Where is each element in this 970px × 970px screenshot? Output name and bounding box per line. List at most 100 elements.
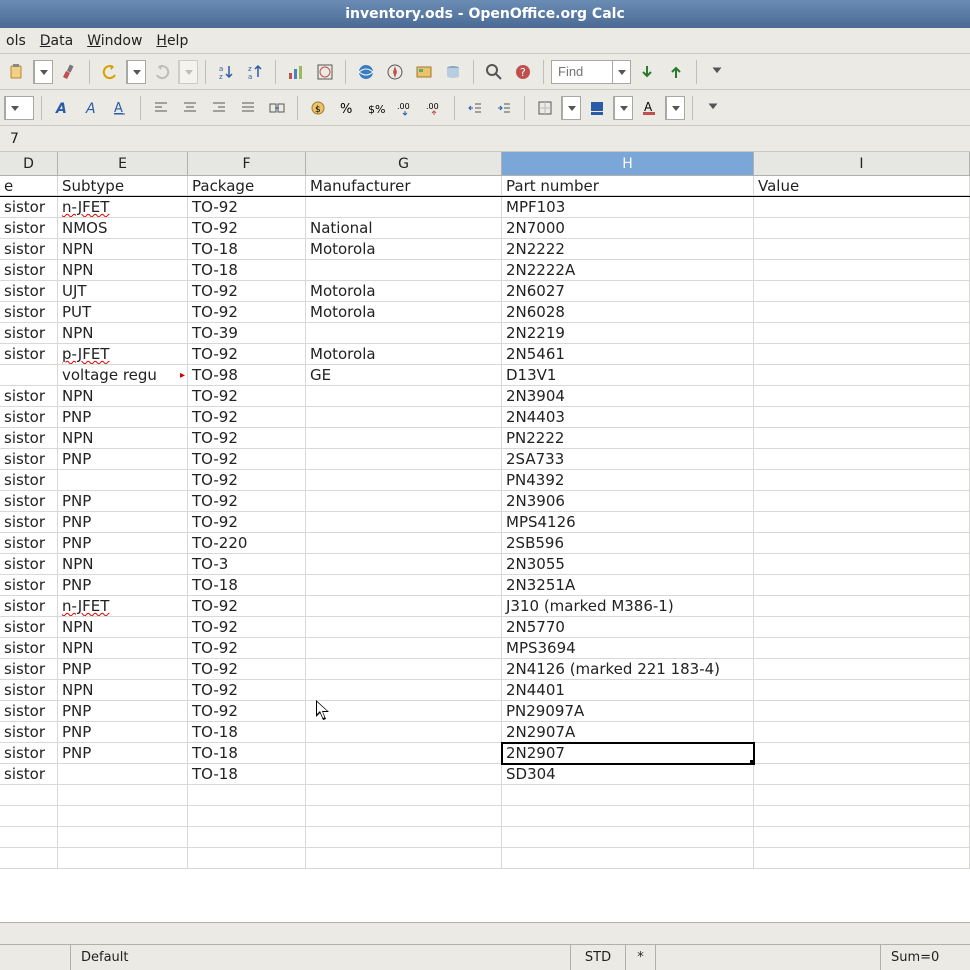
cell[interactable]: 2N7000 <box>502 218 754 239</box>
cell[interactable] <box>754 827 970 848</box>
cell[interactable]: TO-18 <box>188 764 306 785</box>
chart-button[interactable] <box>283 59 309 85</box>
menu-help[interactable]: Help <box>156 33 188 49</box>
cell[interactable]: TO-92 <box>188 428 306 449</box>
cell[interactable]: sistor <box>0 239 58 260</box>
menu-data[interactable]: Data <box>40 33 73 49</box>
cell[interactable]: PUT <box>58 302 188 323</box>
cell[interactable]: sistor <box>0 638 58 659</box>
toolbar-overflow-2[interactable] <box>700 95 726 121</box>
cell[interactable]: TO-18 <box>188 260 306 281</box>
cell[interactable]: D13V1 <box>502 365 754 386</box>
cell[interactable]: sistor <box>0 323 58 344</box>
datasources-button[interactable] <box>440 59 466 85</box>
cell[interactable]: n-JFET <box>58 596 188 617</box>
cell[interactable] <box>754 575 970 596</box>
cell[interactable]: e <box>0 176 58 196</box>
cell[interactable]: 2N4403 <box>502 407 754 428</box>
cell[interactable] <box>306 785 502 806</box>
cell[interactable] <box>0 785 58 806</box>
cell[interactable] <box>306 260 502 281</box>
cell[interactable]: MPS4126 <box>502 512 754 533</box>
cell[interactable]: p-JFET <box>58 344 188 365</box>
cell[interactable] <box>754 743 970 764</box>
undo-button[interactable] <box>97 59 123 85</box>
paste-dropdown[interactable] <box>33 60 53 84</box>
cell[interactable]: PN29097A <box>502 701 754 722</box>
show-draw-functions-button[interactable] <box>312 59 338 85</box>
align-center-button[interactable] <box>177 95 203 121</box>
cell[interactable]: SD304 <box>502 764 754 785</box>
cell[interactable] <box>306 806 502 827</box>
cell[interactable] <box>306 722 502 743</box>
cell[interactable]: TO-92 <box>188 596 306 617</box>
format-paintbrush-button[interactable] <box>56 59 82 85</box>
cell[interactable]: sistor <box>0 470 58 491</box>
cell[interactable] <box>306 533 502 554</box>
cell[interactable] <box>306 596 502 617</box>
cell[interactable] <box>306 638 502 659</box>
cell[interactable]: TO-92 <box>188 491 306 512</box>
cell[interactable]: Subtype <box>58 176 188 196</box>
borders-dropdown[interactable] <box>561 96 581 120</box>
cell[interactable]: sistor <box>0 302 58 323</box>
cell[interactable]: 2N2222 <box>502 239 754 260</box>
cell[interactable] <box>754 554 970 575</box>
cell[interactable]: PNP <box>58 575 188 596</box>
cell[interactable]: sistor <box>0 533 58 554</box>
cell[interactable]: 2N5770 <box>502 617 754 638</box>
cell[interactable]: TO-18 <box>188 722 306 743</box>
cell[interactable]: n-JFET <box>58 197 188 218</box>
cell[interactable] <box>754 239 970 260</box>
cell[interactable] <box>306 323 502 344</box>
cell[interactable] <box>306 680 502 701</box>
bgcolor-dropdown[interactable] <box>613 96 633 120</box>
cell[interactable] <box>306 449 502 470</box>
cell[interactable]: sistor <box>0 722 58 743</box>
undo-dropdown[interactable] <box>126 60 146 84</box>
cell[interactable] <box>754 260 970 281</box>
cell[interactable]: Motorola <box>306 344 502 365</box>
sort-desc-button[interactable]: za <box>242 59 268 85</box>
col-header-G[interactable]: G <box>306 152 502 175</box>
cell[interactable]: sistor <box>0 575 58 596</box>
cell[interactable] <box>306 764 502 785</box>
cell[interactable] <box>306 386 502 407</box>
cell[interactable] <box>754 323 970 344</box>
cell[interactable]: TO-92 <box>188 218 306 239</box>
cell[interactable] <box>754 281 970 302</box>
cell[interactable]: NPN <box>58 239 188 260</box>
cell[interactable]: TO-18 <box>188 575 306 596</box>
cell[interactable]: voltage regu <box>58 365 188 386</box>
cell[interactable]: NPN <box>58 680 188 701</box>
redo-button[interactable] <box>149 59 175 85</box>
cell[interactable]: 2N5461 <box>502 344 754 365</box>
cell[interactable]: sistor <box>0 659 58 680</box>
cell[interactable]: Part number <box>502 176 754 196</box>
cell[interactable] <box>754 449 970 470</box>
cell[interactable] <box>502 827 754 848</box>
find-input[interactable] <box>552 64 612 79</box>
sheet-tabs[interactable] <box>0 922 970 944</box>
spreadsheet-grid[interactable]: D E F G H I eSubtypePackageManufacturerP… <box>0 152 970 922</box>
cell[interactable]: PNP <box>58 491 188 512</box>
cell[interactable] <box>0 365 58 386</box>
cell[interactable]: sistor <box>0 407 58 428</box>
cell[interactable]: 2N3906 <box>502 491 754 512</box>
cell[interactable] <box>754 512 970 533</box>
cell[interactable]: TO-92 <box>188 281 306 302</box>
cell[interactable]: Motorola <box>306 302 502 323</box>
cell[interactable] <box>754 806 970 827</box>
find-dropdown[interactable] <box>612 61 630 83</box>
decrease-indent-button[interactable] <box>462 95 488 121</box>
underline-button[interactable]: A <box>107 95 133 121</box>
cell[interactable]: NPN <box>58 428 188 449</box>
fontcolor-button[interactable]: A <box>636 95 662 121</box>
cell[interactable]: MPF103 <box>502 197 754 218</box>
cell[interactable]: National <box>306 218 502 239</box>
cell[interactable]: MPS3694 <box>502 638 754 659</box>
increase-indent-button[interactable] <box>491 95 517 121</box>
cell[interactable] <box>0 806 58 827</box>
cell[interactable]: PNP <box>58 512 188 533</box>
cell[interactable] <box>306 428 502 449</box>
